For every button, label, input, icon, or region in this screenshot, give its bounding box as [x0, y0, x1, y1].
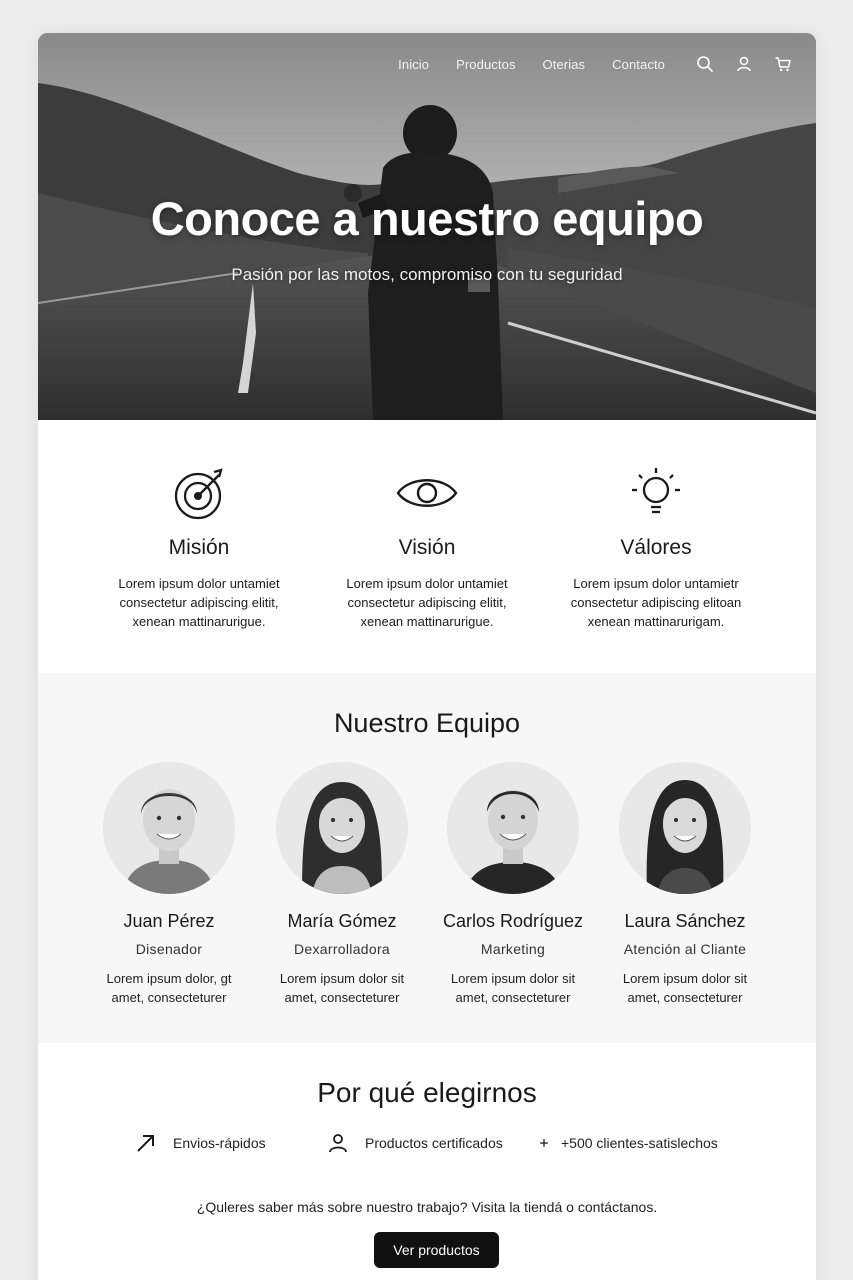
hero-section: Inicio Productos Oterias Contacto Conoce…	[38, 33, 816, 420]
avatar	[619, 762, 751, 894]
nav-link-productos[interactable]: Productos	[456, 57, 515, 72]
value-valores: Válores Lorem ipsum dolor untamietr cons…	[546, 466, 766, 631]
feature-label: Productos certificados	[365, 1135, 503, 1151]
member-role: Dexarrolladora	[293, 941, 391, 957]
value-title: Válores	[620, 536, 692, 559]
values-section: Misión Lorem ipsum dolor untamiet consec…	[38, 420, 816, 673]
member-bio: Lorem ipsum dolor sit amet, consecteturer	[450, 971, 576, 1005]
target-icon	[174, 468, 223, 520]
view-products-button[interactable]: Ver productos	[374, 1232, 499, 1268]
team-section: Nuestro Equipo Juan Pérez Disenador Lore…	[38, 673, 816, 1043]
member-bio: Lorem ipsum dolor, gt amet, consecteturer	[106, 971, 232, 1005]
avatar	[276, 762, 408, 894]
nav-link-contacto[interactable]: Contacto	[612, 57, 665, 72]
eye-icon	[396, 479, 458, 507]
member-role: Atención al Cliante	[623, 941, 747, 957]
user-icon[interactable]	[735, 55, 753, 73]
member-bio: Lorem ipsum dolor sit amet, consecteturer	[622, 971, 748, 1005]
hero-title: Conoce a nuestro equipo	[150, 192, 704, 245]
member-role: Marketing	[480, 941, 546, 957]
feature-item: Productos certificados	[327, 1132, 503, 1154]
team-title: Nuestro Equipo	[333, 708, 521, 738]
why-section: Por qué elegirnos Envios-rápidos Product…	[38, 1043, 816, 1280]
nav-link-inicio[interactable]: Inicio	[398, 57, 429, 72]
page-card: Inicio Productos Oterias Contacto Conoce…	[38, 33, 816, 1280]
hero-subtitle: Pasión por las motos, compromiso con tu …	[231, 265, 623, 284]
value-text: Lorem ipsum dolor untamiet consectetur a…	[346, 576, 508, 629]
value-title: Misión	[168, 536, 230, 559]
why-title: Por qué elegirnos	[317, 1077, 537, 1108]
value-text: Lorem ipsum dolor untamiet consectetur a…	[118, 576, 280, 629]
value-mision: Misión Lorem ipsum dolor untamiet consec…	[89, 466, 309, 631]
feature-label: Envios-rápidos	[173, 1135, 266, 1151]
member-name: María Gómez	[287, 911, 397, 931]
plus-icon	[540, 1139, 548, 1147]
team-member-card: Carlos Rodríguez Marketing Lorem ipsum d…	[428, 762, 598, 1007]
nav-link-oterias[interactable]: Oterias	[543, 57, 586, 72]
member-name: Juan Pérez	[123, 911, 215, 931]
person-icon	[329, 1134, 347, 1153]
member-name: Carlos Rodríguez	[442, 911, 584, 931]
team-member-card: Juan Pérez Disenador Lorem ipsum dolor, …	[84, 762, 254, 1007]
value-vision: Visión Lorem ipsum dolor untamiet consec…	[317, 466, 537, 631]
member-bio: Lorem ipsum dolor sit amet, consecteturer	[279, 971, 405, 1005]
feature-item: +500 clientes-satislechos	[537, 1132, 718, 1154]
avatar	[103, 762, 235, 894]
value-title: Visión	[398, 536, 456, 559]
feature-label: +500 clientes-satislechos	[561, 1135, 718, 1151]
team-member-card: María Gómez Dexarrolladora Lorem ipsum d…	[257, 762, 427, 1007]
search-icon[interactable]	[696, 55, 714, 73]
member-role: Disenador	[135, 941, 203, 957]
cart-icon[interactable]	[774, 55, 792, 73]
arrow-up-right-icon	[137, 1135, 154, 1152]
value-text: Lorem ipsum dolor untamietr consectetur …	[570, 576, 742, 629]
avatar	[447, 762, 579, 894]
lightbulb-icon	[632, 468, 680, 514]
feature-item: Envios-rápidos	[135, 1132, 266, 1154]
team-member-card: Laura Sánchez Atención al Cliante Lorem …	[600, 762, 770, 1007]
top-nav: Inicio Productos Oterias Contacto	[398, 55, 792, 73]
cta-text: ¿Quleres saber más sobre nuestro trabajo…	[196, 1199, 658, 1215]
member-name: Laura Sánchez	[624, 911, 746, 931]
